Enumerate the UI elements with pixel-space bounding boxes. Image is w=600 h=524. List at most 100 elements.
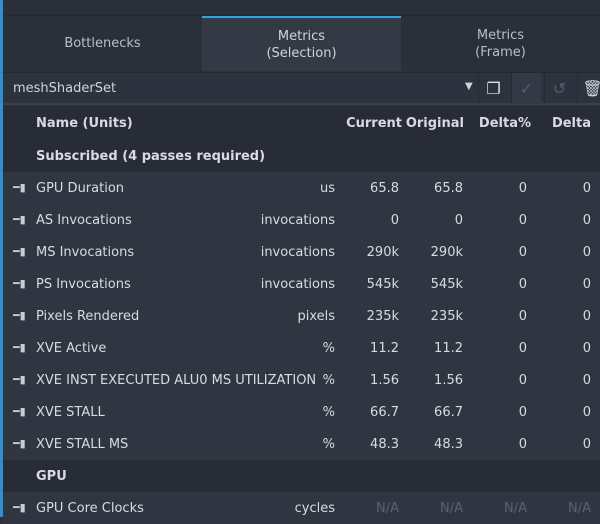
metric-name: PS Invocations (36, 277, 131, 292)
metric-delta: 0 (582, 341, 591, 356)
metric-name: Pixels Rendered (36, 309, 140, 324)
metric-delta: 0 (582, 277, 591, 292)
undo-icon[interactable]: ↺ (544, 73, 574, 104)
metric-current: 66.7 (370, 405, 399, 420)
table-row[interactable]: ━▮ XVE INST EXECUTED ALU0 MS UTILIZATION… (3, 364, 600, 396)
metric-delta-pct: 0 (518, 437, 527, 452)
metric-delta: 0 (582, 245, 591, 260)
metric-current: 545k (366, 277, 399, 292)
trash-icon[interactable]: 🗑 (577, 73, 600, 104)
metric-original: 290k (430, 245, 463, 260)
metric-original: 66.7 (434, 405, 463, 420)
metric-delta: 0 (582, 373, 591, 388)
metric-unit: invocations (260, 277, 335, 292)
table-header: Name (Units) Current Original Delta% Del… (3, 106, 600, 140)
metric-delta-pct: 0 (518, 341, 527, 356)
check-icon[interactable]: ✓ (511, 73, 541, 104)
metric-original: 545k (430, 277, 463, 292)
metric-original: 1.56 (434, 373, 463, 388)
metric-original: 235k (430, 309, 463, 324)
pin-icon[interactable]: ━▮ (13, 245, 26, 258)
metric-delta: 0 (582, 181, 591, 196)
pin-icon[interactable]: ━▮ (13, 501, 26, 514)
metric-unit: cycles (294, 501, 335, 516)
metric-original: 11.2 (434, 341, 463, 356)
metric-delta-pct: 0 (518, 213, 527, 228)
metric-current: 11.2 (370, 341, 399, 356)
title-bar (3, 0, 600, 16)
table-row[interactable]: ━▮ XVE STALL MS % 48.3 48.3 0 0 (3, 428, 600, 460)
section-header[interactable]: GPU (3, 460, 600, 492)
pin-icon[interactable]: ━▮ (13, 181, 26, 194)
metric-delta-pct: 0 (518, 277, 527, 292)
metric-original: 65.8 (434, 181, 463, 196)
metric-delta-pct: N/A (504, 501, 527, 516)
pin-icon[interactable]: ━▮ (13, 341, 26, 354)
metric-unit: invocations (260, 245, 335, 260)
metric-current: 235k (366, 309, 399, 324)
table-row[interactable]: ━▮ Pixels Rendered pixels 235k 235k 0 0 (3, 300, 600, 332)
metric-delta-pct: 0 (518, 373, 527, 388)
pin-icon[interactable]: ━▮ (13, 277, 26, 290)
metric-unit: % (322, 341, 335, 356)
metric-delta: 0 (582, 405, 591, 420)
pin-icon[interactable]: ━▮ (13, 309, 26, 322)
metric-current: 0 (390, 213, 399, 228)
col-original[interactable]: Original (406, 116, 464, 131)
metric-name: XVE INST EXECUTED ALU0 MS UTILIZATION (36, 373, 317, 388)
pin-icon[interactable]: ━▮ (13, 213, 26, 226)
pin-icon[interactable]: ━▮ (13, 373, 26, 386)
metric-name: MS Invocations (36, 245, 135, 260)
metric-current: 65.8 (370, 181, 399, 196)
table-row[interactable]: ━▮ PS Invocations invocations 545k 545k … (3, 268, 600, 300)
chevron-down-icon[interactable]: ▼ (465, 81, 473, 92)
tab-bar: Bottlenecks Metrics (Selection) Metrics … (3, 16, 600, 71)
metric-current: N/A (376, 501, 399, 516)
section-title: GPU (36, 469, 67, 484)
metric-delta-pct: 0 (518, 309, 527, 324)
metric-name: GPU Core Clocks (36, 501, 144, 516)
section-title: Subscribed (4 passes required) (36, 149, 266, 164)
metric-current: 1.56 (370, 373, 399, 388)
metric-delta: N/A (568, 501, 591, 516)
metric-set-dropdown[interactable]: meshShaderSet (13, 81, 116, 96)
metric-original: 48.3 (434, 437, 463, 452)
table-row[interactable]: ━▮ XVE Active % 11.2 11.2 0 0 (3, 332, 600, 364)
metric-name: XVE STALL (36, 405, 105, 420)
col-delta-pct[interactable]: Delta% (479, 116, 531, 131)
metric-delta: 0 (582, 213, 591, 228)
tab-metrics-frame[interactable]: Metrics (Frame) (401, 16, 600, 71)
metric-original: 0 (454, 213, 463, 228)
metric-delta: 0 (582, 309, 591, 324)
toolbar: meshShaderSet ▼ ❐ ✓ ↺ 🗑 (3, 72, 600, 105)
copy-icon[interactable]: ❐ (478, 73, 508, 104)
metric-unit: % (322, 437, 335, 452)
col-delta[interactable]: Delta (552, 116, 591, 131)
col-name[interactable]: Name (Units) (36, 116, 133, 131)
metric-delta-pct: 0 (518, 181, 527, 196)
metric-current: 48.3 (370, 437, 399, 452)
metric-name: XVE STALL MS (36, 437, 129, 452)
metric-delta-pct: 0 (518, 405, 527, 420)
metric-unit: % (322, 373, 335, 388)
metric-current: 290k (366, 245, 399, 260)
metric-unit: pixels (297, 309, 335, 324)
metric-delta-pct: 0 (518, 245, 527, 260)
metric-name: GPU Duration (36, 181, 125, 196)
metric-original: N/A (440, 501, 463, 516)
metric-unit: us (319, 181, 335, 196)
pin-icon[interactable]: ━▮ (13, 437, 26, 450)
metric-unit: invocations (260, 213, 335, 228)
metric-name: XVE Active (36, 341, 107, 356)
col-current[interactable]: Current (346, 116, 402, 131)
table-row[interactable]: ━▮ GPU Duration us 65.8 65.8 0 0 (3, 172, 600, 204)
table-row[interactable]: ━▮ XVE STALL % 66.7 66.7 0 0 (3, 396, 600, 428)
tab-metrics-selection[interactable]: Metrics (Selection) (202, 16, 401, 71)
table-row[interactable]: ━▮ MS Invocations invocations 290k 290k … (3, 236, 600, 268)
pin-icon[interactable]: ━▮ (13, 405, 26, 418)
metric-name: AS Invocations (36, 213, 132, 228)
table-row[interactable]: ━▮ GPU Core Clocks cycles N/A N/A N/A N/… (3, 492, 600, 524)
tab-bottlenecks[interactable]: Bottlenecks (3, 16, 202, 71)
table-row[interactable]: ━▮ AS Invocations invocations 0 0 0 0 (3, 204, 600, 236)
section-header[interactable]: Subscribed (4 passes required) (3, 140, 600, 172)
